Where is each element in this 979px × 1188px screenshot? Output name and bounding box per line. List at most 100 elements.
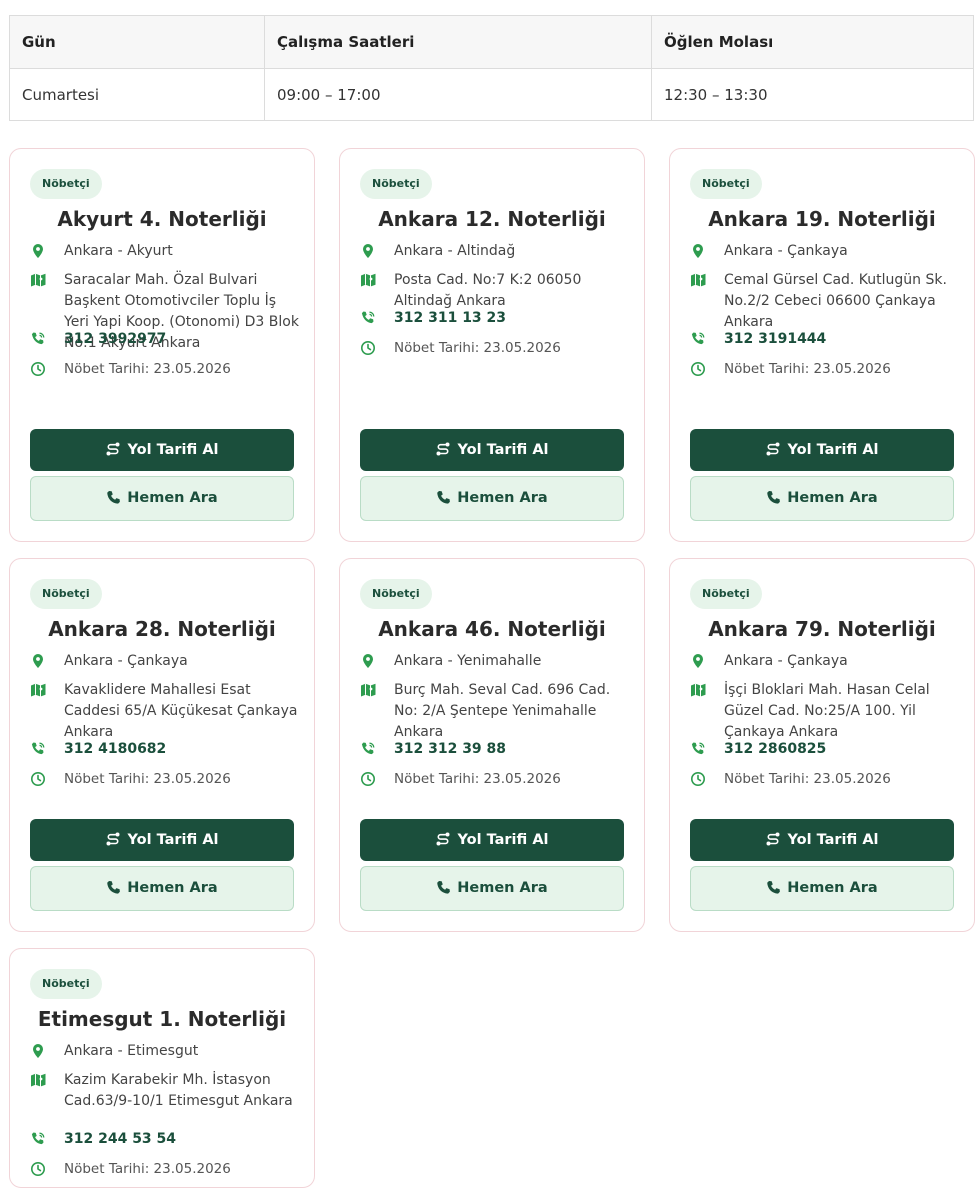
get-directions-button[interactable]: Yol Tarifi Al xyxy=(30,429,294,471)
table-header-row: Gün Çalışma Saatleri Öğlen Molası xyxy=(10,16,973,69)
notary-card: Nöbetçi Akyurt 4. Noterliği Ankara - Akyu… xyxy=(9,148,315,542)
get-directions-button[interactable]: Yol Tarifi Al xyxy=(690,819,954,861)
call-label: Hemen Ara xyxy=(127,880,218,896)
call-label: Hemen Ara xyxy=(457,880,548,896)
directions-label: Yol Tarifi Al xyxy=(457,442,549,458)
on-duty-badge: Nöbetçi xyxy=(30,169,102,199)
route-icon xyxy=(105,442,127,458)
map-icon xyxy=(690,682,706,698)
duty-date: Nöbet Tarihi: 23.05.2026 xyxy=(64,361,231,377)
notary-card: Nöbetçi Ankara 46. Noterliği Ankara - Yen… xyxy=(339,558,645,932)
table-header-lunch: Öğlen Molası xyxy=(651,16,975,68)
table-header-hours: Çalışma Saatleri xyxy=(264,16,651,68)
call-now-button[interactable]: Hemen Ara xyxy=(360,476,624,521)
call-label: Hemen Ara xyxy=(787,880,878,896)
on-duty-badge: Nöbetçi xyxy=(690,579,762,609)
phone-icon xyxy=(106,490,127,506)
route-icon xyxy=(105,832,127,848)
route-icon xyxy=(765,442,787,458)
notary-card: Nöbetçi Etimesgut 1. Noterliği Ankara - E… xyxy=(9,948,315,1188)
phone-icon xyxy=(360,310,376,326)
phone-icon xyxy=(690,741,706,757)
phone-icon xyxy=(436,490,457,506)
district-text: Ankara - Çankaya xyxy=(724,653,848,669)
duty-date: Nöbet Tarihi: 23.05.2026 xyxy=(394,340,561,356)
get-directions-button[interactable]: Yol Tarifi Al xyxy=(360,429,624,471)
notary-name: Ankara 79. Noterliği xyxy=(708,617,936,641)
map-icon xyxy=(360,682,376,698)
district-text: Ankara - Yenimahalle xyxy=(394,653,542,669)
district-text: Ankara - Altindağ xyxy=(394,243,516,259)
directions-label: Yol Tarifi Al xyxy=(457,832,549,848)
phone-number: 312 2860825 xyxy=(724,741,827,757)
map-icon xyxy=(30,682,46,698)
address-text: Burç Mah. Seval Cad. 696 Cad. No: 2/A Şe… xyxy=(394,682,611,740)
get-directions-button[interactable]: Yol Tarifi Al xyxy=(360,819,624,861)
notary-name: Etimesgut 1. Noterliği xyxy=(37,1007,287,1031)
map-icon xyxy=(30,272,46,288)
address-text: Cemal Gürsel Cad. Kutlugün Sk. No.2/2 Ce… xyxy=(724,272,947,330)
address-text: Kazim Karabekir Mh. İstasyon Cad.63/9-10… xyxy=(64,1072,293,1109)
phone-number: 312 3191444 xyxy=(724,331,827,347)
clock-icon xyxy=(690,771,706,787)
table-header-day: Gün xyxy=(22,33,56,51)
district-text: Ankara - Çankaya xyxy=(64,653,188,669)
phone-icon xyxy=(766,880,787,896)
table-cell-lunch: 12:30 – 13:30 xyxy=(651,69,975,121)
notary-card: Nöbetçi Ankara 19. Noterliği Ankara - Çan… xyxy=(669,148,975,542)
clock-icon xyxy=(30,361,46,377)
notary-name: Ankara 19. Noterliği xyxy=(708,207,936,231)
district-text: Ankara - Etimesgut xyxy=(64,1043,199,1059)
map-icon xyxy=(360,272,376,288)
phone-number: 312 244 53 54 xyxy=(64,1131,177,1147)
map-pin-icon xyxy=(30,243,46,259)
call-label: Hemen Ara xyxy=(127,490,218,506)
address-text: Kavaklidere Mahallesi Esat Caddesi 65/A … xyxy=(64,682,298,740)
map-icon xyxy=(30,1072,46,1088)
get-directions-button[interactable]: Yol Tarifi Al xyxy=(30,819,294,861)
clock-icon xyxy=(360,340,376,356)
duty-date: Nöbet Tarihi: 23.05.2026 xyxy=(394,771,561,787)
on-duty-badge: Nöbetçi xyxy=(30,579,102,609)
call-now-button[interactable]: Hemen Ara xyxy=(690,866,954,911)
phone-number: 312 4180682 xyxy=(64,741,167,757)
notary-name: Ankara 46. Noterliği xyxy=(378,617,606,641)
phone-icon xyxy=(30,1131,46,1147)
directions-label: Yol Tarifi Al xyxy=(127,442,219,458)
map-pin-icon xyxy=(360,653,376,669)
directions-label: Yol Tarifi Al xyxy=(127,832,219,848)
address-text: İşçi Bloklari Mah. Hasan Celal Güzel Cad… xyxy=(724,682,930,740)
working-hours-table: Gün Çalışma Saatleri Öğlen Molası Cumart… xyxy=(9,15,974,121)
phone-icon xyxy=(436,880,457,896)
route-icon xyxy=(435,442,457,458)
call-label: Hemen Ara xyxy=(787,490,878,506)
get-directions-button[interactable]: Yol Tarifi Al xyxy=(690,429,954,471)
table-cell-day: Cumartesi xyxy=(22,86,100,104)
duty-date: Nöbet Tarihi: 23.05.2026 xyxy=(64,1161,231,1177)
map-pin-icon xyxy=(30,653,46,669)
clock-icon xyxy=(360,771,376,787)
duty-date: Nöbet Tarihi: 23.05.2026 xyxy=(64,771,231,787)
on-duty-badge: Nöbetçi xyxy=(690,169,762,199)
notary-name: Akyurt 4. Noterliği xyxy=(57,207,267,231)
call-label: Hemen Ara xyxy=(457,490,548,506)
notary-card: Nöbetçi Ankara 28. Noterliği Ankara - Çan… xyxy=(9,558,315,932)
map-pin-icon xyxy=(690,653,706,669)
duty-date: Nöbet Tarihi: 23.05.2026 xyxy=(724,361,891,377)
phone-number: 312 311 13 23 xyxy=(394,310,507,326)
call-now-button[interactable]: Hemen Ara xyxy=(690,476,954,521)
notary-name: Ankara 28. Noterliği xyxy=(48,617,276,641)
phone-icon xyxy=(690,331,706,347)
table-cell-hours: 09:00 – 17:00 xyxy=(264,69,651,121)
call-now-button[interactable]: Hemen Ara xyxy=(30,476,294,521)
on-duty-badge: Nöbetçi xyxy=(30,969,102,999)
route-icon xyxy=(435,832,457,848)
notary-name: Ankara 12. Noterliği xyxy=(378,207,606,231)
directions-label: Yol Tarifi Al xyxy=(787,442,879,458)
table-row: Cumartesi 09:00 – 17:00 12:30 – 13:30 xyxy=(10,69,973,121)
call-now-button[interactable]: Hemen Ara xyxy=(360,866,624,911)
notary-card: Nöbetçi Ankara 12. Noterliği Ankara - Alt… xyxy=(339,148,645,542)
phone-icon xyxy=(766,490,787,506)
call-now-button[interactable]: Hemen Ara xyxy=(30,866,294,911)
notary-card: Nöbetçi Ankara 79. Noterliği Ankara - Çan… xyxy=(669,558,975,932)
